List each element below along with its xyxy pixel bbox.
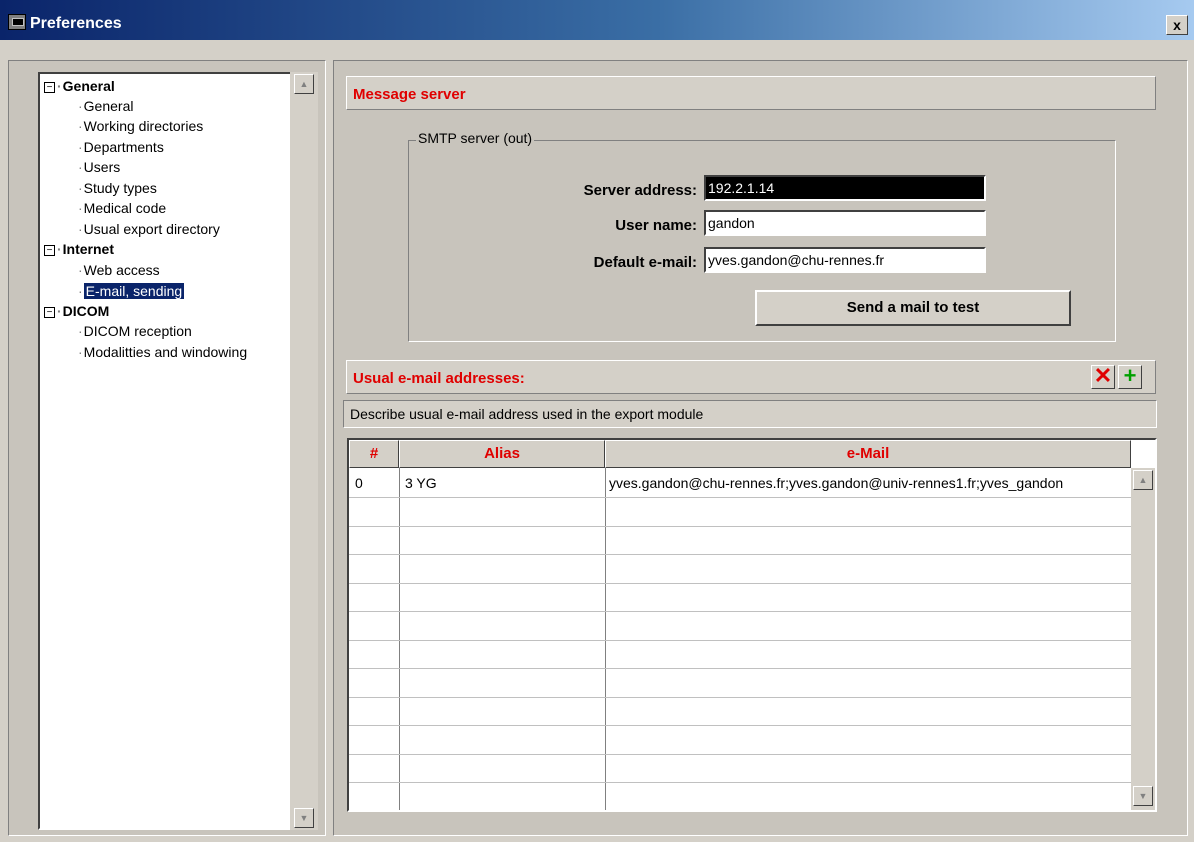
app-icon — [8, 14, 26, 30]
row-divider — [349, 697, 1131, 698]
tree-item-email-sending[interactable]: · E-mail, sending — [78, 283, 185, 299]
row-index-cell[interactable]: 0 — [349, 470, 399, 498]
server-address-label: Server address: — [583, 182, 697, 199]
row-divider — [349, 754, 1131, 755]
tree-item-web-access[interactable]: ·Web access — [78, 262, 160, 278]
tree-item-dicom-reception[interactable]: ·DICOM reception — [78, 323, 192, 339]
message-server-header: Message server — [346, 76, 1156, 110]
scroll-up-icon[interactable]: ▲ — [1133, 470, 1153, 490]
collapse-icon[interactable]: − — [44, 245, 55, 256]
scroll-up-icon[interactable]: ▲ — [294, 74, 314, 94]
server-address-input[interactable]: 192.2.1.14 — [704, 175, 986, 201]
default-email-label: Default e-mail: — [593, 254, 697, 271]
tree-item-modalities-windowing[interactable]: ·Modalitties and windowing — [78, 344, 247, 360]
row-divider — [349, 583, 1131, 584]
row-divider — [349, 554, 1131, 555]
row-divider — [349, 640, 1131, 641]
row-divider — [349, 611, 1131, 612]
preferences-window: Preferences x ▲ ▼ − ·General ·General ·Wo… — [0, 0, 1194, 842]
tree-group-general[interactable]: − ·General — [44, 78, 115, 94]
tree-item-study-types[interactable]: ·Study types — [78, 180, 157, 196]
scroll-down-icon[interactable]: ▼ — [294, 808, 314, 828]
collapse-icon[interactable]: − — [44, 82, 55, 93]
row-divider — [349, 668, 1131, 669]
title-bar[interactable]: Preferences x — [0, 0, 1194, 40]
window-title: Preferences — [30, 15, 122, 32]
delete-address-button[interactable]: ✕ — [1091, 365, 1115, 389]
addresses-description: Describe usual e-mail address used in th… — [343, 400, 1157, 428]
column-header-email[interactable]: e-Mail — [605, 440, 1131, 468]
tree-group-internet[interactable]: − ·Internet — [44, 241, 114, 257]
tree-item-general[interactable]: ·General — [78, 98, 133, 114]
addresses-table: # Alias e-Mail 0 3 YG yves.gandon@chu-re… — [347, 438, 1157, 812]
column-header-index[interactable]: # — [349, 440, 399, 468]
delete-icon: ✕ — [1093, 363, 1113, 388]
column-header-alias[interactable]: Alias — [399, 440, 605, 468]
row-email-cell[interactable]: yves.gandon@chu-rennes.fr;yves.gandon@un… — [605, 470, 1131, 498]
row-alias-cell[interactable]: 3 YG — [399, 470, 605, 498]
tree-item-departments[interactable]: ·Departments — [78, 139, 164, 155]
table-scrollbar[interactable]: ▲ ▼ — [1131, 468, 1155, 810]
default-email-input[interactable]: yves.gandon@chu-rennes.fr — [704, 247, 986, 273]
row-divider — [349, 725, 1131, 726]
add-icon: + — [1123, 363, 1137, 388]
tree-item-users[interactable]: ·Users — [78, 159, 120, 175]
collapse-icon[interactable]: − — [44, 307, 55, 318]
smtp-groupbox-label: SMTP server (out) — [416, 130, 535, 146]
send-test-mail-button[interactable]: Send a mail to test — [755, 290, 1071, 326]
close-icon: x — [1173, 17, 1181, 33]
tree-item-usual-export-directory[interactable]: ·Usual export directory — [78, 221, 220, 237]
addresses-header: Usual e-mail addresses: — [346, 360, 1156, 394]
tree-scrollbar[interactable]: ▲ ▼ — [290, 72, 318, 830]
user-name-label: User name: — [615, 217, 697, 234]
tree-item-medical-code[interactable]: ·Medical code — [78, 200, 166, 216]
row-divider — [349, 782, 1131, 783]
row-divider — [349, 526, 1131, 527]
tree-item-working-directories[interactable]: ·Working directories — [78, 118, 203, 134]
add-address-button[interactable]: + — [1118, 365, 1142, 389]
scroll-down-icon[interactable]: ▼ — [1133, 786, 1153, 806]
user-name-input[interactable]: gandon — [704, 210, 986, 236]
tree-group-dicom[interactable]: − ·DICOM — [44, 303, 109, 319]
close-button[interactable]: x — [1166, 15, 1188, 35]
